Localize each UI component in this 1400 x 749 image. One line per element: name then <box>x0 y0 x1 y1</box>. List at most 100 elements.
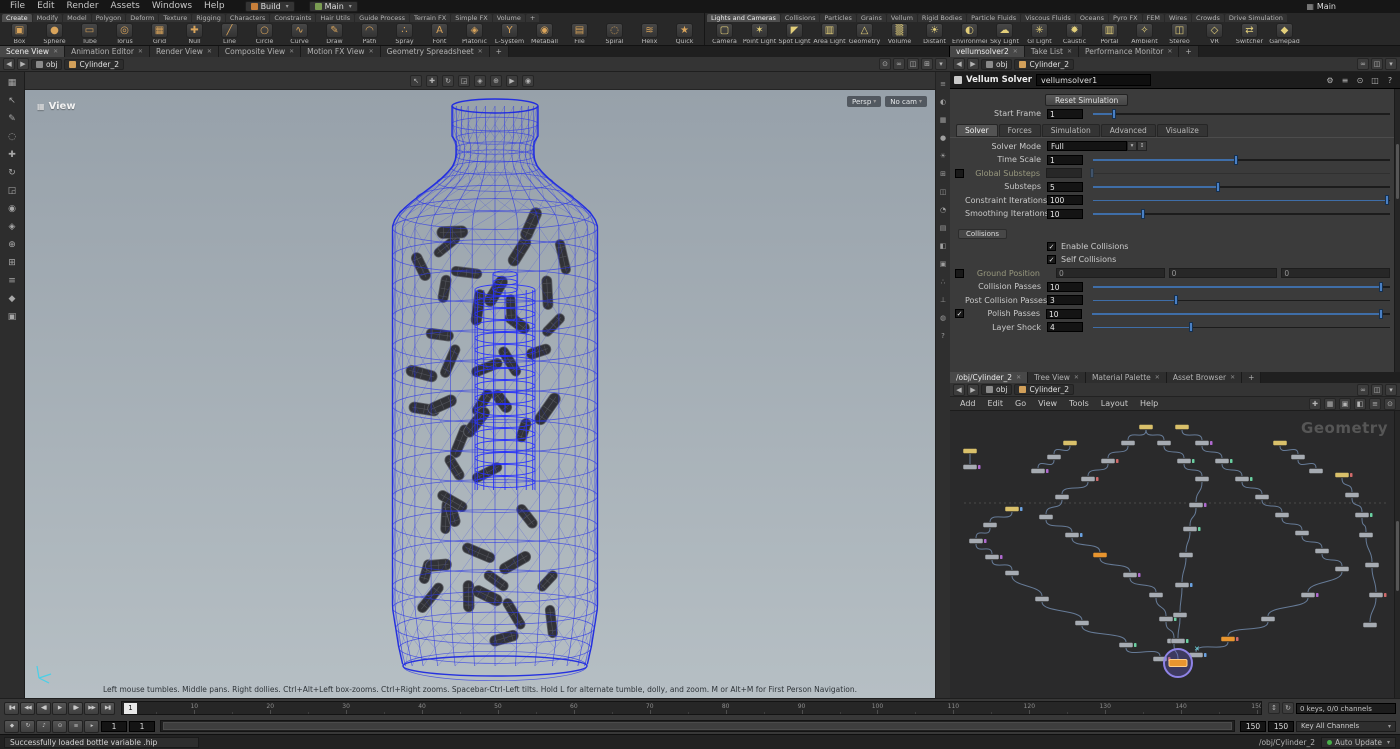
tool-caustic-light[interactable]: ✹ Caustic Light <box>1057 23 1092 45</box>
display-normals-icon[interactable]: ⊥ <box>937 294 949 306</box>
forward-icon[interactable]: ▶ <box>17 58 29 70</box>
grid-snap-icon[interactable]: ⊞ <box>6 257 18 269</box>
breadcrumb-node[interactable]: Cylinder_2 <box>1014 58 1075 70</box>
close-icon[interactable]: ✕ <box>138 48 143 55</box>
playback-end-field[interactable]: 150 <box>1240 720 1266 732</box>
tool-null[interactable]: ✚ Null <box>177 23 212 45</box>
back-icon[interactable]: ◀ <box>953 383 965 396</box>
shelf-tab-grains[interactable]: Grains <box>856 14 886 22</box>
close-icon[interactable]: ✕ <box>1074 374 1079 381</box>
previous-frame-button[interactable]: ◀▮ <box>36 701 51 715</box>
param-slider[interactable] <box>1093 154 1390 165</box>
tool-grid[interactable]: ▦ Grid <box>142 23 177 45</box>
range-start-field[interactable]: 1 <box>101 720 127 732</box>
lighting-icon[interactable]: ☀ <box>937 150 949 162</box>
param-slider[interactable] <box>1093 108 1390 119</box>
projection-selector[interactable]: Persp ▾ <box>847 96 882 107</box>
param-field-global-substeps[interactable] <box>1046 168 1082 179</box>
breadcrumb-root[interactable]: obj <box>981 384 1013 395</box>
pane-tab-plus[interactable]: +✕ <box>1242 372 1262 383</box>
smooth-shade-icon[interactable]: ● <box>937 132 949 144</box>
display-points-icon[interactable]: ∴ <box>937 276 949 288</box>
menu-view[interactable]: View <box>1032 399 1063 408</box>
group-list-icon[interactable]: ▤ <box>937 222 949 234</box>
display-flags-icon[interactable]: ▣ <box>1339 397 1351 410</box>
previous-key-button[interactable]: ◀◀ <box>20 701 35 715</box>
forward-icon[interactable]: ▶ <box>967 58 979 70</box>
playhead[interactable]: 1 <box>124 703 137 714</box>
close-icon[interactable]: ✕ <box>207 48 212 55</box>
tool-font[interactable]: A Font <box>422 23 457 45</box>
close-icon[interactable]: ✕ <box>369 48 374 55</box>
view-options-icon[interactable]: ≡ <box>937 78 949 90</box>
play-button[interactable]: ▶ <box>52 701 67 715</box>
tool-circle[interactable]: ○ Circle <box>247 23 282 45</box>
tool-spray-paint[interactable]: ∴ Spray Paint <box>387 23 422 45</box>
tool-volume-light[interactable]: ▒ Volume Light <box>882 23 917 45</box>
shelf-tab-collisions[interactable]: Collisions <box>780 14 820 22</box>
split-pane-icon[interactable]: ◫ <box>907 58 919 70</box>
shelf-tab-create[interactable]: Create <box>2 14 32 22</box>
link-icon[interactable]: ∞ <box>1357 58 1369 70</box>
shelf-tab-rigid-bodies[interactable]: Rigid Bodies <box>917 14 967 22</box>
close-icon[interactable]: ✕ <box>1155 374 1160 381</box>
link-icon[interactable]: ∞ <box>893 58 905 70</box>
camera-lock-icon[interactable]: ◫ <box>937 186 949 198</box>
menu-render[interactable]: Render <box>61 0 105 13</box>
shelf-tab-oceans[interactable]: Oceans <box>1075 14 1108 22</box>
param-slider[interactable] <box>1093 195 1390 206</box>
next-frame-button[interactable]: ▮▶ <box>68 701 83 715</box>
tool-metaball[interactable]: ◉ Metaball <box>527 23 562 45</box>
multi-snap-icon[interactable]: ≡ <box>6 275 18 287</box>
slider-handle[interactable] <box>1141 208 1146 219</box>
back-icon[interactable]: ◀ <box>3 58 15 70</box>
close-icon[interactable]: ✕ <box>1067 48 1072 55</box>
pane-tab-render-view[interactable]: Render View ✕ <box>149 46 219 57</box>
pane-tab-animation-editor[interactable]: Animation Editor ✕ <box>65 46 150 57</box>
param-slider[interactable] <box>1090 168 1390 179</box>
snapshot-icon[interactable]: ▣ <box>937 258 949 270</box>
shelf-tab-pyro-fx[interactable]: Pyro FX <box>1109 14 1142 22</box>
tool-file[interactable]: ▤ File <box>562 23 597 45</box>
pane-menu-icon[interactable]: ▾ <box>1385 383 1397 396</box>
sync-icon[interactable]: ↻ <box>20 719 35 733</box>
checkbox-enable-collisions[interactable]: ✓ <box>1047 241 1056 251</box>
shelf-tab-vellum[interactable]: Vellum <box>886 14 917 22</box>
refresh-icon[interactable]: ↻ <box>1282 702 1294 714</box>
scale-icon[interactable]: ◲ <box>6 185 18 197</box>
network-scrollbar[interactable] <box>1394 411 1400 698</box>
param-field-start-frame[interactable]: 1 <box>1047 108 1083 119</box>
shelf-tab-particles[interactable]: Particles <box>820 14 856 22</box>
checkbox-self-collisions[interactable]: ✓ <box>1047 255 1056 265</box>
network-editor[interactable]: ✕ Geometry <box>950 411 1400 698</box>
flipbook-icon[interactable]: ▶ <box>506 74 518 87</box>
tool-ambient-light[interactable]: ✧ Ambient Light <box>1127 23 1162 45</box>
menu-edit[interactable]: Edit <box>982 399 1010 408</box>
close-icon[interactable]: ✕ <box>53 48 58 55</box>
select-mode-icon[interactable]: ↖ <box>410 74 422 87</box>
param-field-ground-position[interactable]: 0 <box>1281 268 1391 279</box>
split-pane-icon[interactable]: ◫ <box>1371 58 1383 70</box>
tool-sphere[interactable]: ● Sphere <box>37 23 72 45</box>
go-to-start-button[interactable]: ▮◀ <box>4 701 19 715</box>
param-slider[interactable] <box>1092 308 1390 319</box>
pane-tab-obj-cylinder-2[interactable]: /obj/Cylinder_2 ✕ <box>950 372 1029 383</box>
menu-go[interactable]: Go <box>1009 399 1032 408</box>
realtime-toggle-icon[interactable]: ⊙ <box>52 719 67 733</box>
toolbox-icon[interactable]: ▦ <box>6 77 18 89</box>
param-field-collision-passes[interactable]: 10 <box>1047 281 1083 292</box>
slider-handle[interactable] <box>1090 168 1094 179</box>
tool-gamepad-camera[interactable]: ◆ Gamepad Camera <box>1267 23 1302 45</box>
pane-tab-plus[interactable]: +✕ <box>489 46 509 57</box>
pane-tab-geometry-spreadsheet[interactable]: Geometry Spreadsheet ✕ <box>380 46 490 57</box>
wireframe-icon[interactable]: ▦ <box>937 114 949 126</box>
pane-tab-scene-view[interactable]: Scene View ✕ <box>0 46 66 57</box>
grid-snap-icon[interactable]: ▦ <box>1324 397 1336 410</box>
shelf-tab-polygon[interactable]: Polygon <box>91 14 126 22</box>
tool-stereo-camera[interactable]: ◫ Stereo Camera <box>1162 23 1197 45</box>
pane-tab-material-palette[interactable]: Material Palette ✕ <box>1085 372 1167 383</box>
handles-icon[interactable]: ◈ <box>6 221 18 233</box>
step-options-icon[interactable]: ▸ <box>84 719 99 733</box>
audio-icon[interactable]: ♪ <box>36 719 51 733</box>
pane-tab-composite-view[interactable]: Composite View ✕ <box>218 46 302 57</box>
